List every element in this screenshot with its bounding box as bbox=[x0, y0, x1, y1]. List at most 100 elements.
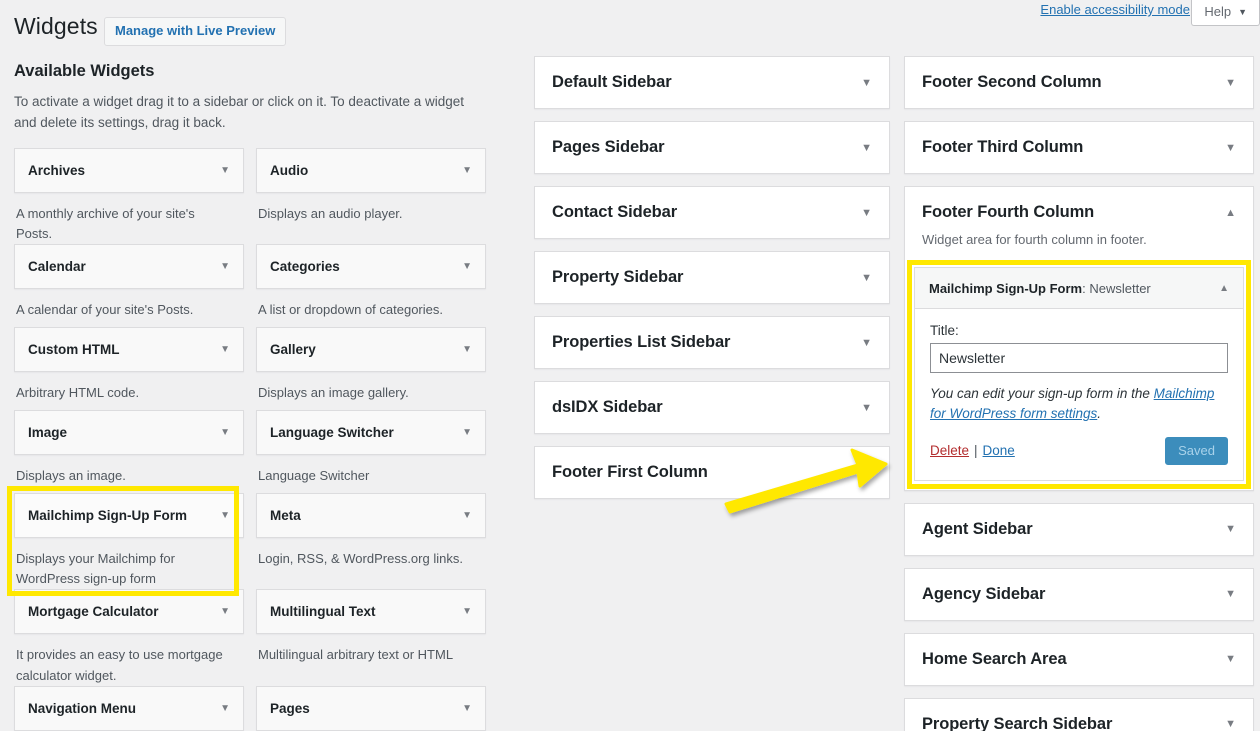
placed-widget-header[interactable]: Mailchimp Sign-Up Form: Newsletter ▲ bbox=[915, 268, 1243, 309]
chevron-down-icon[interactable]: ▼ bbox=[214, 261, 230, 272]
chevron-down-icon[interactable]: ▼ bbox=[1225, 718, 1236, 730]
chevron-down-icon[interactable]: ▼ bbox=[214, 165, 230, 176]
chevron-down-icon[interactable]: ▼ bbox=[456, 703, 472, 714]
available-widget-label: Mortgage Calculator bbox=[28, 604, 159, 620]
chevron-down-icon[interactable]: ▼ bbox=[456, 344, 472, 355]
chevron-down-icon[interactable]: ▼ bbox=[861, 77, 872, 89]
available-widget-button[interactable]: Archives ▼ bbox=[14, 147, 244, 193]
save-button[interactable]: Saved bbox=[1165, 436, 1228, 465]
available-widget-label: Multilingual Text bbox=[270, 604, 376, 620]
title-input[interactable] bbox=[930, 343, 1228, 373]
widget-area-title: Home Search Area bbox=[922, 649, 1067, 668]
available-widget-label: Pages bbox=[270, 700, 310, 716]
chevron-down-icon[interactable]: ▼ bbox=[1225, 77, 1236, 89]
page-title: Widgets bbox=[14, 13, 98, 39]
available-widget-item: Custom HTML ▼ Arbitrary HTML code. bbox=[14, 327, 256, 410]
widget-area-header[interactable]: Contact Sidebar ▼ bbox=[535, 187, 889, 238]
available-widget-button[interactable]: Calendar ▼ bbox=[14, 244, 244, 290]
widget-area-header[interactable]: Home Search Area ▼ bbox=[905, 634, 1253, 685]
available-widget-label: Audio bbox=[270, 162, 309, 178]
widget-area-header[interactable]: Footer First Column ▼ bbox=[535, 447, 889, 498]
widget-area-box: Contact Sidebar ▼ bbox=[534, 186, 890, 239]
title-field-label: Title: bbox=[930, 323, 959, 338]
available-widget-button[interactable]: Gallery ▼ bbox=[256, 327, 486, 373]
widget-area-header[interactable]: Agent Sidebar ▼ bbox=[905, 504, 1253, 555]
widget-area-header[interactable]: Property Search Sidebar ▼ bbox=[905, 699, 1253, 731]
available-widget-item: Multilingual Text ▼ Multilingual arbitrary… bbox=[256, 589, 498, 685]
widget-area-dropzone[interactable]: Mailchimp Sign-Up Form: Newsletter ▲ Tit… bbox=[905, 259, 1253, 490]
link-separator: | bbox=[974, 443, 978, 458]
chevron-down-icon[interactable]: ▼ bbox=[1225, 653, 1236, 665]
widget-area-title: Property Search Sidebar bbox=[922, 714, 1113, 731]
widget-area-header[interactable]: Properties List Sidebar ▼ bbox=[535, 317, 889, 368]
available-widget-button[interactable]: Mailchimp Sign-Up Form ▼ bbox=[14, 493, 244, 539]
available-widget-button[interactable]: Categories ▼ bbox=[256, 244, 486, 290]
available-widget-button[interactable]: Navigation Menu ▼ bbox=[14, 685, 244, 731]
chevron-down-icon[interactable]: ▼ bbox=[214, 510, 230, 521]
available-widget-item: Pages ▼ bbox=[256, 685, 498, 731]
chevron-down-icon: ▼ bbox=[1238, 6, 1247, 17]
chevron-down-icon[interactable]: ▼ bbox=[861, 337, 872, 349]
widget-area-title: Pages Sidebar bbox=[552, 138, 665, 156]
chevron-down-icon[interactable]: ▼ bbox=[861, 402, 872, 414]
widget-area-header[interactable]: dsIDX Sidebar ▼ bbox=[535, 382, 889, 433]
available-widget-button[interactable]: Multilingual Text ▼ bbox=[256, 589, 486, 635]
widget-area-box: Default Sidebar ▼ bbox=[534, 56, 890, 109]
chevron-down-icon[interactable]: ▼ bbox=[1225, 523, 1236, 535]
available-widget-description: Multilingual arbitrary text or HTML bbox=[258, 647, 454, 663]
available-widget-button[interactable]: Language Switcher ▼ bbox=[256, 410, 486, 456]
widget-area-title: dsIDX Sidebar bbox=[552, 398, 663, 416]
chevron-down-icon[interactable]: ▼ bbox=[861, 142, 872, 154]
delete-widget-link[interactable]: Delete bbox=[930, 443, 969, 458]
chevron-down-icon[interactable]: ▼ bbox=[214, 606, 230, 617]
widget-area-box: Footer Third Column ▼ bbox=[904, 121, 1254, 174]
widget-area-header-footer-fourth-column[interactable]: Footer Fourth Column ▲ bbox=[905, 187, 1253, 238]
chevron-down-icon[interactable]: ▼ bbox=[861, 207, 872, 219]
available-widget-label: Mailchimp Sign-Up Form bbox=[28, 508, 188, 524]
available-widget-description: Displays your Mailchimp for WordPress si… bbox=[16, 551, 175, 587]
available-widget-label: Navigation Menu bbox=[28, 700, 137, 716]
chevron-down-icon[interactable]: ▼ bbox=[1225, 588, 1236, 600]
chevron-down-icon[interactable]: ▼ bbox=[456, 510, 472, 521]
chevron-down-icon[interactable]: ▼ bbox=[456, 427, 472, 438]
done-link[interactable]: Done bbox=[983, 443, 1015, 458]
available-widget-wrapper: Language Switcher ▼ Language Switcher bbox=[256, 410, 486, 493]
available-widget-button[interactable]: Meta ▼ bbox=[256, 493, 486, 539]
available-widget-wrapper: Archives ▼ A monthly archive of your site'… bbox=[14, 147, 244, 244]
available-widget-button[interactable]: Pages ▼ bbox=[256, 685, 486, 731]
chevron-down-icon[interactable]: ▼ bbox=[456, 165, 472, 176]
widget-area-header[interactable]: Agency Sidebar ▼ bbox=[905, 569, 1253, 620]
available-widget-button[interactable]: Custom HTML ▼ bbox=[14, 327, 244, 373]
available-widget-label: Meta bbox=[270, 508, 301, 524]
available-widget-item: Gallery ▼ Displays an image gallery. bbox=[256, 327, 498, 410]
available-widget-label: Gallery bbox=[270, 342, 316, 358]
available-widget-button[interactable]: Audio ▼ bbox=[256, 147, 486, 193]
available-widgets-grid: Archives ▼ A monthly archive of your site'… bbox=[7, 147, 498, 731]
widget-area-header[interactable]: Footer Third Column ▼ bbox=[905, 122, 1253, 173]
widget-area-header[interactable]: Footer Second Column ▼ bbox=[905, 57, 1253, 108]
manage-with-live-preview-button[interactable]: Manage with Live Preview bbox=[104, 17, 287, 47]
available-widget-item: Audio ▼ Displays an audio player. bbox=[256, 147, 498, 244]
widget-area-header[interactable]: Default Sidebar ▼ bbox=[535, 57, 889, 108]
available-widget-button[interactable]: Image ▼ bbox=[14, 410, 244, 456]
placed-widget-mailchimp-signup-form: Mailchimp Sign-Up Form: Newsletter ▲ Tit… bbox=[914, 267, 1244, 481]
chevron-down-icon[interactable]: ▼ bbox=[456, 606, 472, 617]
chevron-down-icon[interactable]: ▼ bbox=[1225, 142, 1236, 154]
available-widget-item: Mailchimp Sign-Up Form ▼ Displays your Mai… bbox=[7, 486, 256, 597]
available-widget-button[interactable]: Mortgage Calculator ▼ bbox=[14, 589, 244, 635]
widget-area-header[interactable]: Property Sidebar ▼ bbox=[535, 252, 889, 303]
widget-area-header[interactable]: Pages Sidebar ▼ bbox=[535, 122, 889, 173]
available-widget-item: Meta ▼ Login, RSS, & WordPress.org links. bbox=[256, 493, 498, 589]
help-tab-button[interactable]: Help ▼ bbox=[1191, 0, 1260, 26]
enable-accessibility-mode-link[interactable]: Enable accessibility mode bbox=[1040, 2, 1190, 17]
chevron-down-icon[interactable]: ▼ bbox=[861, 467, 872, 479]
available-widget-item: Navigation Menu ▼ bbox=[14, 685, 256, 731]
available-widget-wrapper: Meta ▼ Login, RSS, & WordPress.org links. bbox=[256, 493, 486, 576]
widget-area-box: Agent Sidebar ▼ bbox=[904, 502, 1254, 556]
chevron-down-icon[interactable]: ▼ bbox=[456, 261, 472, 272]
chevron-down-icon[interactable]: ▼ bbox=[214, 427, 230, 438]
chevron-down-icon[interactable]: ▼ bbox=[861, 272, 872, 284]
chevron-down-icon[interactable]: ▼ bbox=[214, 344, 230, 355]
chevron-down-icon[interactable]: ▼ bbox=[214, 703, 230, 714]
available-widgets-panel: Available Widgets To activate a widget d… bbox=[7, 62, 498, 731]
